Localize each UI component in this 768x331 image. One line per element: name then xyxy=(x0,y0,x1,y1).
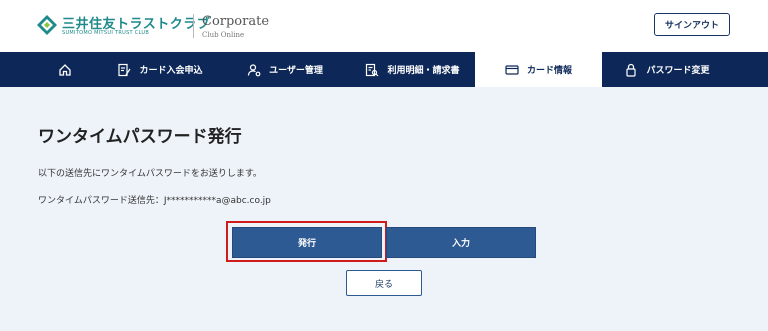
nav-item-card-application[interactable]: カード入会申込 xyxy=(100,52,220,87)
logo-icon xyxy=(37,15,57,35)
nav-item-label: カード入会申込 xyxy=(139,66,203,76)
lock-icon xyxy=(626,63,637,77)
document-search-icon xyxy=(366,63,379,76)
nav-item-label: パスワード変更 xyxy=(646,66,710,76)
card-icon xyxy=(505,64,519,75)
input-button[interactable]: 入力 xyxy=(386,227,536,258)
page-title: ワンタイムパスワード発行 xyxy=(38,127,242,147)
site-header: 三井住友トラストクラブ SUMITOMO MITSUI TRUST CLUB C… xyxy=(0,0,768,52)
logo-subtext: SUMITOMO MITSUI TRUST CLUB xyxy=(62,30,150,36)
description-text: 以下の送信先にワンタイムパスワードをお送りします。 xyxy=(38,169,262,179)
main-nav: カード入会申込 ユーザー管理 利用明細・請求書 カード情報 パスワード変更 xyxy=(0,52,768,87)
logo-divider xyxy=(193,14,194,38)
nav-item-statements[interactable]: 利用明細・請求書 xyxy=(350,52,475,87)
nav-item-label: 利用明細・請求書 xyxy=(387,66,460,76)
issue-button[interactable]: 発行 xyxy=(232,227,382,258)
edit-icon xyxy=(118,63,131,76)
back-button[interactable]: 戻る xyxy=(346,270,422,296)
nav-item-label: ユーザー管理 xyxy=(269,66,323,76)
corporate-subtitle: Club Online xyxy=(202,31,245,39)
corporate-title: Corporate xyxy=(202,14,270,29)
destination-text: ワンタイムパスワード送信先：J***********a@abc.co.jp xyxy=(38,196,271,206)
nav-item-card-info[interactable]: カード情報 xyxy=(475,52,602,87)
signout-button[interactable]: サインアウト xyxy=(654,13,730,36)
nav-item-label: カード情報 xyxy=(526,66,572,76)
user-settings-icon xyxy=(247,63,261,76)
nav-item-user-management[interactable]: ユーザー管理 xyxy=(225,52,345,87)
home-icon xyxy=(59,63,71,76)
nav-item-password-change[interactable]: パスワード変更 xyxy=(602,52,732,87)
